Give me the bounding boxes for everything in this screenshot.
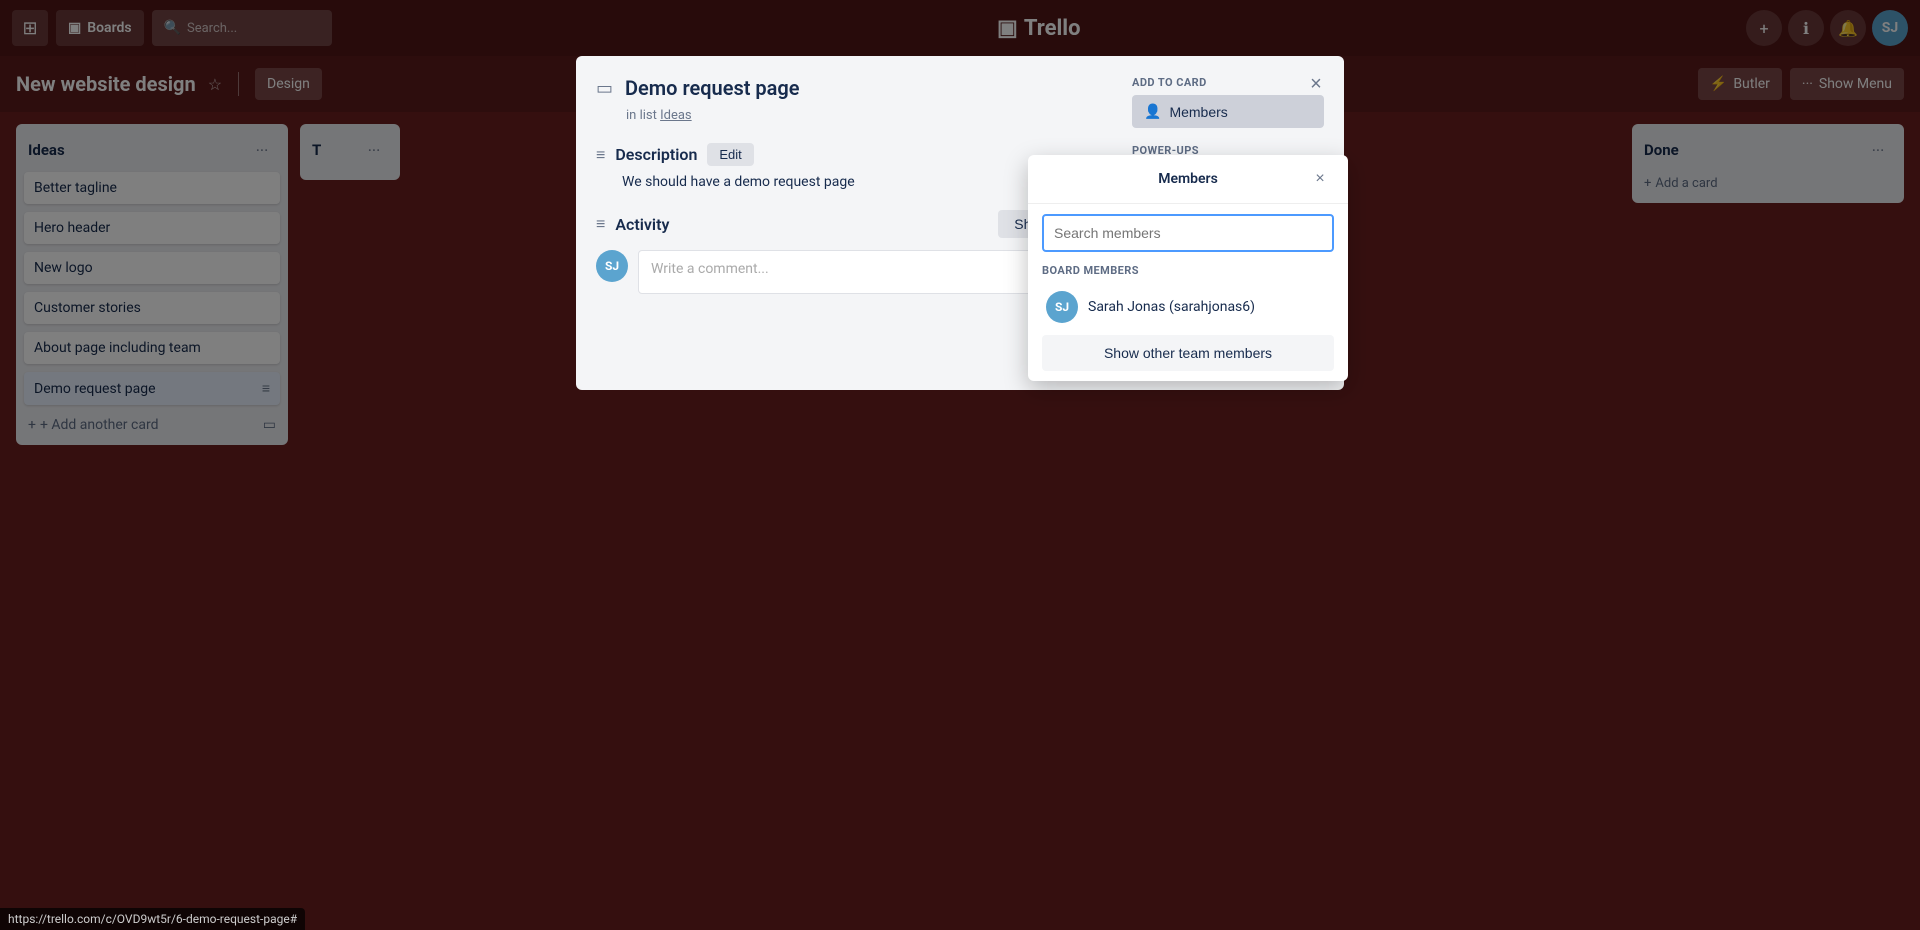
popup-body: BOARD MEMBERS SJ Sarah Jonas (sarahjonas… [1028, 204, 1348, 381]
modal-overlay[interactable]: × ▭ Demo request page in list Ideas ≡ De… [0, 0, 1920, 930]
activity-icon: ≡ [596, 214, 605, 234]
activity-title: Activity [615, 215, 669, 234]
activity-title-row: ≡ Activity [596, 214, 669, 234]
members-popup: Members × BOARD MEMBERS SJ Sarah Jonas (… [1028, 155, 1348, 381]
edit-button[interactable]: Edit [707, 143, 753, 166]
url-bar: https://trello.com/c/OVD9wt5r/6-demo-req… [0, 908, 305, 930]
description-title: Description [615, 145, 697, 164]
modal-title-row: ▭ Demo request page [596, 76, 1112, 100]
show-other-members-button[interactable]: Show other team members [1042, 335, 1334, 371]
modal-list-ref: in list Ideas [626, 108, 1112, 123]
popup-title: Members [1070, 171, 1306, 187]
comment-avatar: SJ [596, 250, 628, 282]
board-members-title: BOARD MEMBERS [1042, 264, 1334, 277]
member-avatar-sarah: SJ [1046, 291, 1078, 323]
comment-placeholder: Write a comment... [651, 261, 769, 277]
members-label: Members [1169, 104, 1227, 120]
member-search-input[interactable] [1042, 214, 1334, 252]
description-icon: ≡ [596, 145, 605, 165]
modal-list-link[interactable]: Ideas [660, 108, 692, 123]
modal-close-button[interactable]: × [1300, 68, 1332, 100]
popup-header: Members × [1028, 155, 1348, 204]
popup-close-button[interactable]: × [1306, 165, 1334, 193]
members-icon: 👤 [1144, 103, 1161, 120]
modal-card-icon: ▭ [596, 78, 613, 99]
member-name-sarah: Sarah Jonas (sarahjonas6) [1088, 299, 1255, 315]
add-to-card-title: ADD TO CARD [1132, 76, 1324, 89]
modal-title: Demo request page [625, 76, 800, 100]
members-button[interactable]: 👤 Members [1132, 95, 1324, 128]
member-item-sarah[interactable]: SJ Sarah Jonas (sarahjonas6) [1042, 283, 1334, 331]
